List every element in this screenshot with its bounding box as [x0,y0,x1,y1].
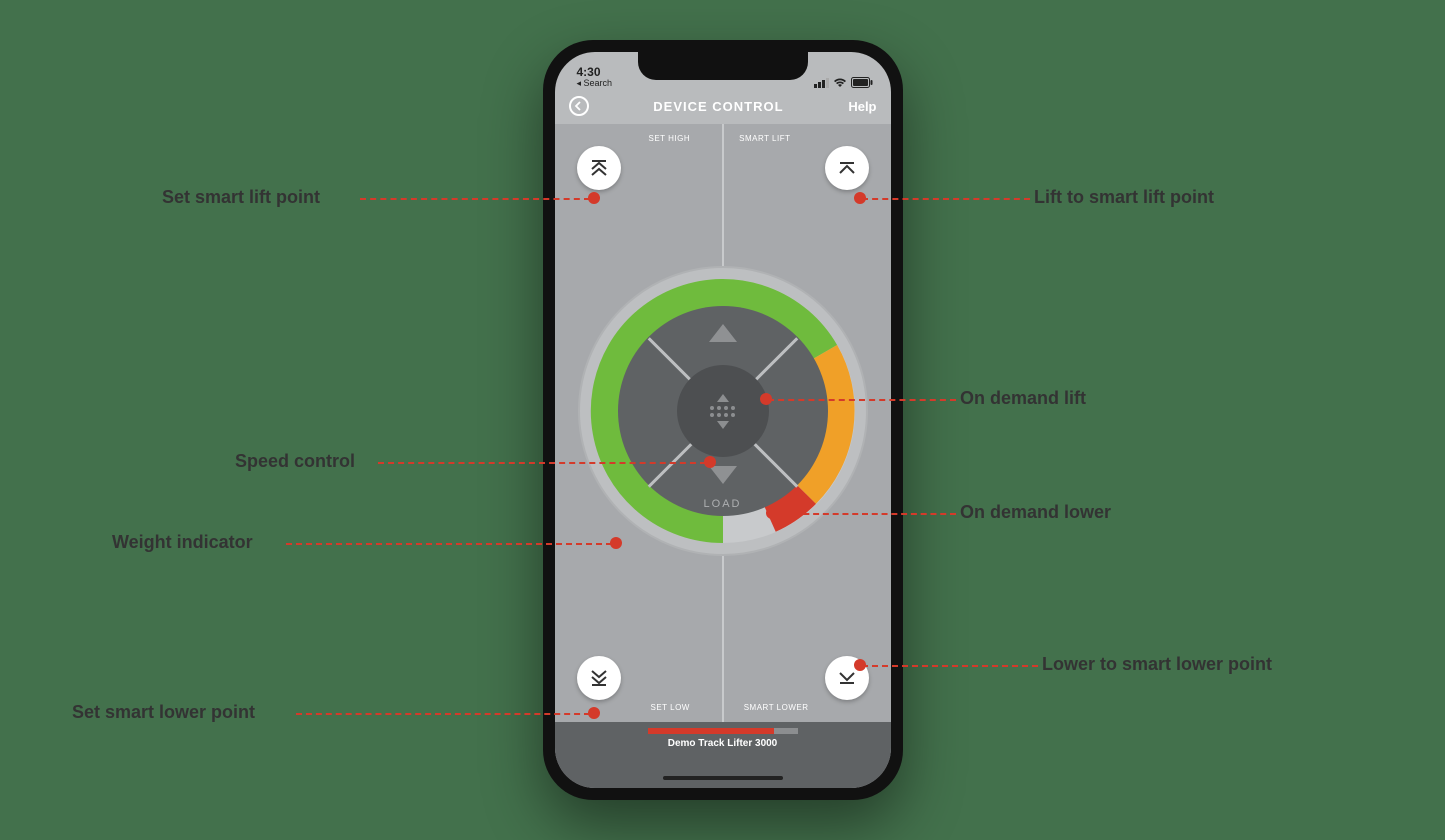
chevron-up-bar-icon [836,157,858,179]
nav-bar: DEVICE CONTROL Help [555,88,891,124]
lower-down-button[interactable] [709,466,737,484]
callout-on-demand-lift: On demand lift [960,388,1086,409]
smart-lift-button[interactable] [825,146,869,190]
back-button[interactable] [569,96,589,116]
signal-icon [814,78,829,88]
set-high-button[interactable] [577,146,621,190]
load-label: LOAD [704,498,742,510]
status-time: 4:30 [577,66,613,79]
phone-frame: 4:30 ◂ Search DEVICE CONTROL Help [543,40,903,800]
nav-title: DEVICE CONTROL [653,99,783,114]
chevron-down-bar-icon [836,667,858,689]
double-chevron-up-bar-icon [588,157,610,179]
device-name: Demo Track Lifter 3000 [668,738,778,749]
set-low-button[interactable] [577,656,621,700]
help-button[interactable]: Help [848,99,876,114]
speed-control-knob[interactable] [677,365,769,457]
status-back-app[interactable]: ◂ Search [577,79,613,88]
callout-weight-indicator: Weight indicator [112,532,253,553]
phone-screen: 4:30 ◂ Search DEVICE CONTROL Help [555,52,891,788]
mini-down-icon [717,421,729,429]
lift-up-button[interactable] [709,324,737,342]
phone-notch [638,52,808,80]
callout-set-smart-lower: Set smart lower point [72,702,255,723]
control-area: SET HIGH SMART LIFT SET LOW SMART LOWER [555,124,891,722]
device-status-bar [648,728,798,734]
set-high-label: SET HIGH [649,134,691,143]
smart-lower-label: SMART LOWER [744,703,809,712]
battery-icon [851,77,873,88]
callout-lift-to-smart: Lift to smart lift point [1034,187,1214,208]
set-low-label: SET LOW [651,703,690,712]
callout-speed-control: Speed control [235,451,355,472]
home-indicator[interactable] [663,776,783,780]
callout-lower-to-smart: Lower to smart lower point [1042,654,1272,675]
double-chevron-down-bar-icon [588,667,610,689]
callout-on-demand-lower: On demand lower [960,502,1111,523]
wifi-icon [833,78,847,88]
callout-set-smart-lift: Set smart lift point [162,187,320,208]
smart-lift-label: SMART LIFT [739,134,790,143]
drag-handle-icon [710,406,735,417]
mini-up-icon [717,394,729,402]
